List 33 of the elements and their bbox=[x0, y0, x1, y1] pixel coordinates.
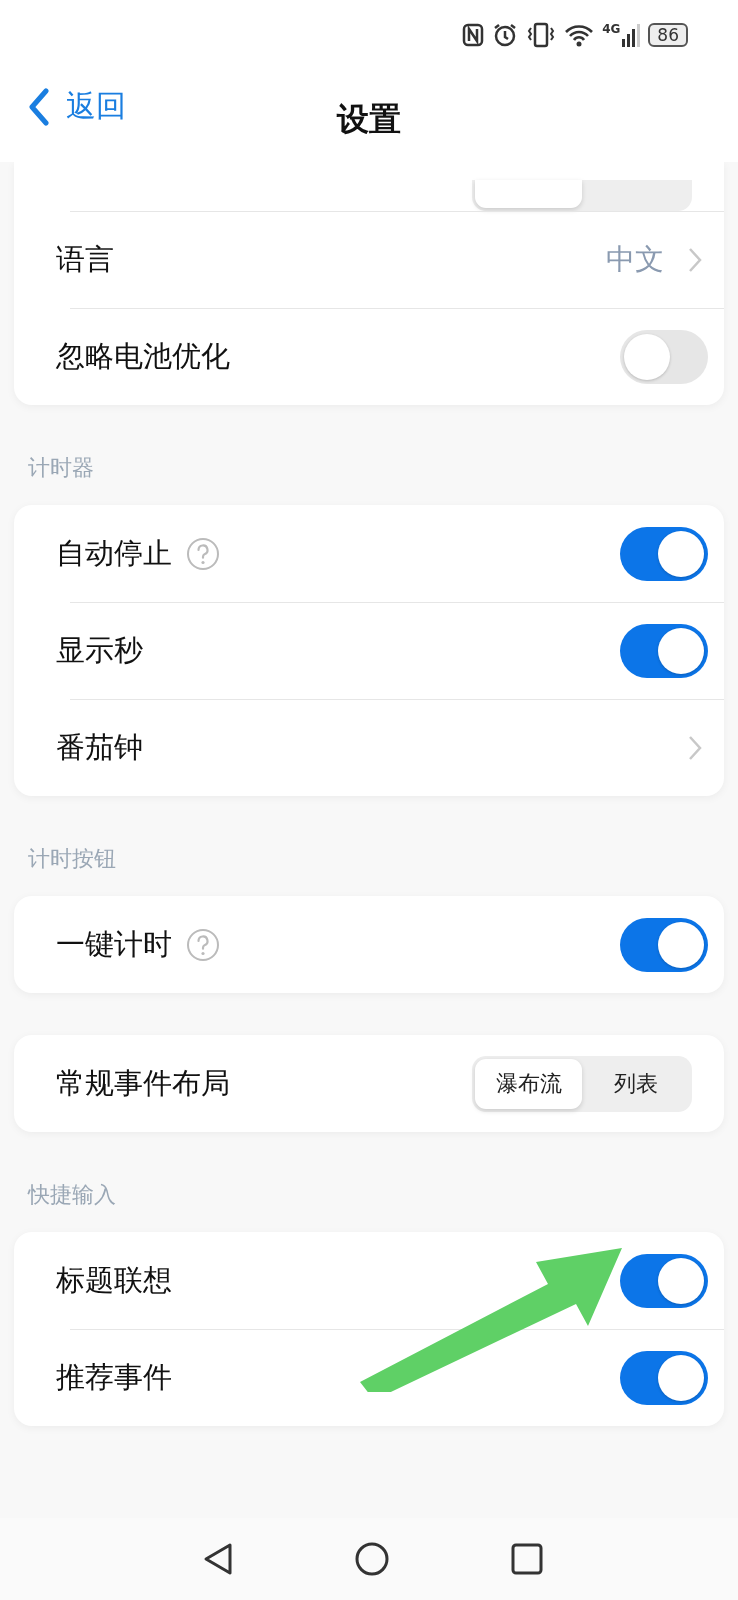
segment-option[interactable]: 瀑布流 bbox=[475, 1058, 582, 1109]
toggle-switch[interactable] bbox=[620, 623, 708, 678]
setting-label: 标题联想 bbox=[56, 1261, 172, 1299]
toggle-switch[interactable] bbox=[620, 526, 708, 581]
section-title: 计时按钮 bbox=[27, 845, 117, 873]
setting-label: 常规事件布局 bbox=[56, 1064, 230, 1102]
recents-icon[interactable] bbox=[511, 1543, 543, 1575]
toggle-switch[interactable] bbox=[620, 917, 708, 972]
setting-label: 自动停止 bbox=[56, 534, 172, 572]
back-button[interactable]: 返回 bbox=[28, 86, 126, 127]
wifi-icon bbox=[564, 23, 595, 47]
toggle-switch[interactable] bbox=[620, 329, 708, 384]
network-label: 4G bbox=[602, 22, 621, 36]
setting-value: 中文 bbox=[606, 240, 664, 278]
page-title: 设置 bbox=[337, 99, 401, 140]
setting-label: 推荐事件 bbox=[56, 1358, 172, 1396]
setting-label: 显示秒 bbox=[56, 631, 143, 669]
nfc-icon bbox=[462, 23, 485, 47]
setting-label: 一键计时 bbox=[56, 925, 172, 963]
toggle-switch[interactable] bbox=[620, 1253, 708, 1308]
vibrate-icon bbox=[526, 22, 557, 48]
segment-option[interactable]: 列表 bbox=[582, 1058, 689, 1109]
battery-level: 86 bbox=[648, 23, 688, 47]
section-title: 快捷输入 bbox=[26, 1181, 117, 1209]
back-nav-icon[interactable] bbox=[203, 1542, 233, 1576]
back-icon bbox=[28, 87, 50, 126]
setting-label: 番茄钟 bbox=[56, 728, 143, 766]
home-icon[interactable] bbox=[355, 1542, 389, 1576]
signal-icon bbox=[622, 23, 641, 47]
setting-label: 语言 bbox=[56, 240, 114, 278]
toggle-switch[interactable] bbox=[620, 1350, 708, 1405]
setting-label: 忽略电池优化 bbox=[56, 337, 230, 375]
section-title: 计时器 bbox=[27, 454, 95, 482]
